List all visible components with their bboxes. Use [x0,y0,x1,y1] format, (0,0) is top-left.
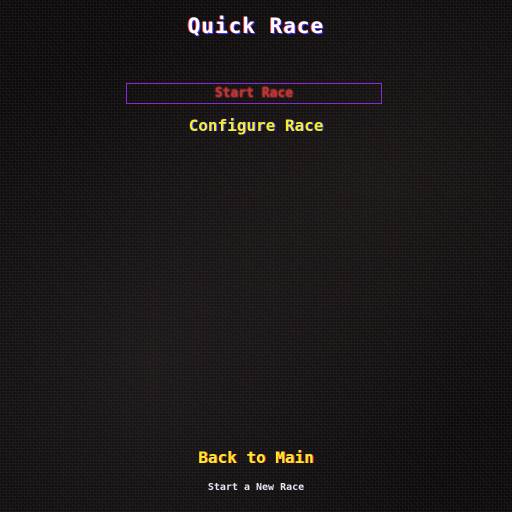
start-race-button-label: Start Race [214,86,294,101]
status-hint-text: Start a New Race [207,482,305,493]
configure-race-heading: Configure Race [188,116,324,135]
start-race-button[interactable]: Start Race [126,83,382,104]
game-screen: Quick Race Start Race Configure Race Bac… [0,0,512,512]
screen-title: Quick Race [187,14,325,38]
back-to-main-button[interactable]: Back to Main [0,448,512,467]
